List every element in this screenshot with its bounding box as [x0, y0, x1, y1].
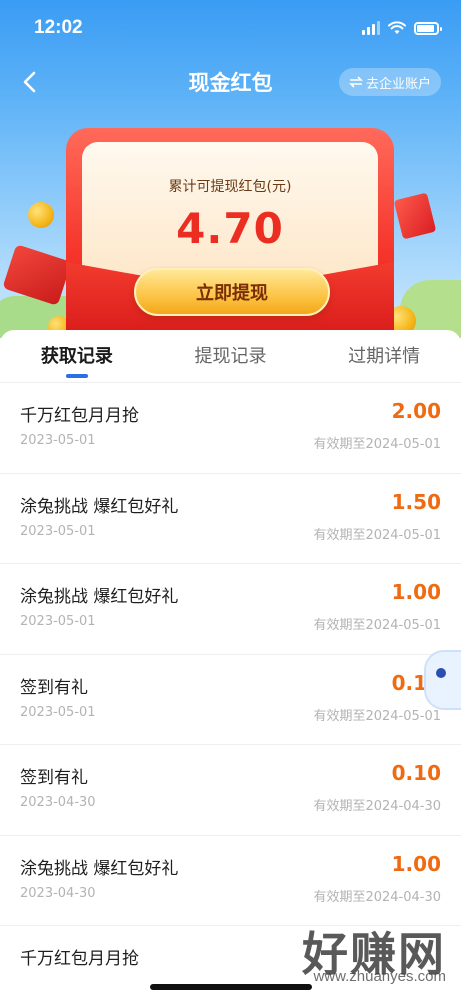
- record-title: 千万红包月月抢: [20, 949, 139, 969]
- status-bar: 12:02: [0, 0, 461, 56]
- page-title: 现金红包: [188, 71, 273, 95]
- withdrawable-amount: 4.70: [176, 204, 284, 253]
- list-item[interactable]: 涂兔挑战 爆红包好礼 2023-05-01 1.00 有效期至2024-05-0…: [0, 563, 461, 654]
- withdraw-now-button[interactable]: 立即提现: [134, 268, 330, 316]
- record-date: 2023-05-01: [20, 614, 96, 629]
- coin-decoration: [28, 202, 54, 228]
- go-company-account-button[interactable]: 去企业账户: [338, 68, 441, 96]
- record-title: 签到有礼: [20, 677, 88, 698]
- back-button[interactable]: [14, 66, 46, 98]
- records-panel: 获取记录 提现记录 过期详情 千万红包月月抢 2023-05-01 2.00 有…: [0, 330, 461, 1000]
- tab-earn-records[interactable]: 获取记录: [0, 330, 154, 380]
- company-button-label: 去企业账户: [365, 76, 431, 92]
- record-expiry: 有效期至2024-04-30: [313, 889, 441, 905]
- record-expiry: 有效期至2024-05-01: [313, 708, 441, 724]
- record-date: 2023-05-01: [20, 704, 96, 720]
- chevron-left-icon: [23, 71, 36, 93]
- withdrawable-label: 累计可提现红包(元): [168, 179, 292, 195]
- list-item[interactable]: 签到有礼 2023-04-30 0.10 有效期至2024-04-30: [0, 744, 461, 835]
- home-indicator[interactable]: [150, 984, 312, 990]
- record-date: 2023-05-01: [20, 523, 96, 539]
- record-expiry: 有效期至2024-04-30: [313, 799, 441, 814]
- red-envelope-card: 累计可提现红包(元) 4.70 立即提现: [66, 128, 394, 338]
- battery-icon: [414, 21, 442, 35]
- records-list: 千万红包月月抢 2023-05-01 2.00 有效期至2024-05-01 涂…: [0, 382, 461, 1000]
- list-item[interactable]: 千万红包月月抢 2023-05-01 2.00 有效期至2024-05-01: [0, 382, 461, 473]
- record-amount: 2.00: [391, 399, 441, 423]
- record-expiry: 有效期至2024-05-01: [313, 527, 441, 543]
- record-date: 2023-04-30: [20, 795, 96, 810]
- record-expiry: 有效期至2024-05-01: [313, 437, 441, 452]
- status-time: 12:02: [34, 17, 83, 38]
- record-amount: 1.50: [391, 489, 441, 514]
- wifi-icon: [388, 21, 406, 34]
- list-item[interactable]: 涂兔挑战 爆红包好礼 2023-05-01 1.50 有效期至2024-05-0…: [0, 472, 461, 564]
- record-title: 涂兔挑战 爆红包好礼: [20, 587, 179, 607]
- tab-withdraw-records[interactable]: 提现记录: [154, 330, 308, 380]
- signal-icon: [362, 21, 380, 35]
- red-envelope-decoration: [393, 192, 437, 240]
- record-title: 涂兔挑战 爆红包好礼: [20, 858, 179, 879]
- record-title: 签到有礼: [20, 768, 88, 788]
- record-title: 千万红包月月抢: [20, 406, 139, 426]
- header-banner: 12:02 现金红包 去企业账户 累计可提现红包(元) 4.70 立即提现: [0, 0, 461, 338]
- swap-icon: [349, 76, 363, 88]
- record-tabs: 获取记录 提现记录 过期详情: [0, 330, 461, 380]
- nav-bar: 现金红包 去企业账户: [0, 56, 461, 108]
- record-amount: 1.00: [391, 851, 441, 876]
- list-item[interactable]: 涂兔挑战 爆红包好礼 2023-04-30 1.00 有效期至2024-04-3…: [0, 834, 461, 926]
- tab-expired-details[interactable]: 过期详情: [307, 330, 461, 380]
- floating-mascot[interactable]: [424, 650, 461, 710]
- list-item[interactable]: 签到有礼 2023-05-01 0.10 有效期至2024-05-01: [0, 653, 461, 745]
- record-expiry: 有效期至2024-05-01: [313, 618, 441, 633]
- record-date: 2023-04-30: [20, 885, 96, 901]
- record-date: 2023-05-01: [20, 433, 96, 448]
- record-amount: 1.00: [391, 580, 441, 604]
- record-title: 涂兔挑战 爆红包好礼: [20, 496, 179, 517]
- record-amount: 0.10: [391, 761, 441, 785]
- watermark-url: www.zhuanyes.com: [313, 968, 446, 985]
- status-icons: [362, 21, 442, 35]
